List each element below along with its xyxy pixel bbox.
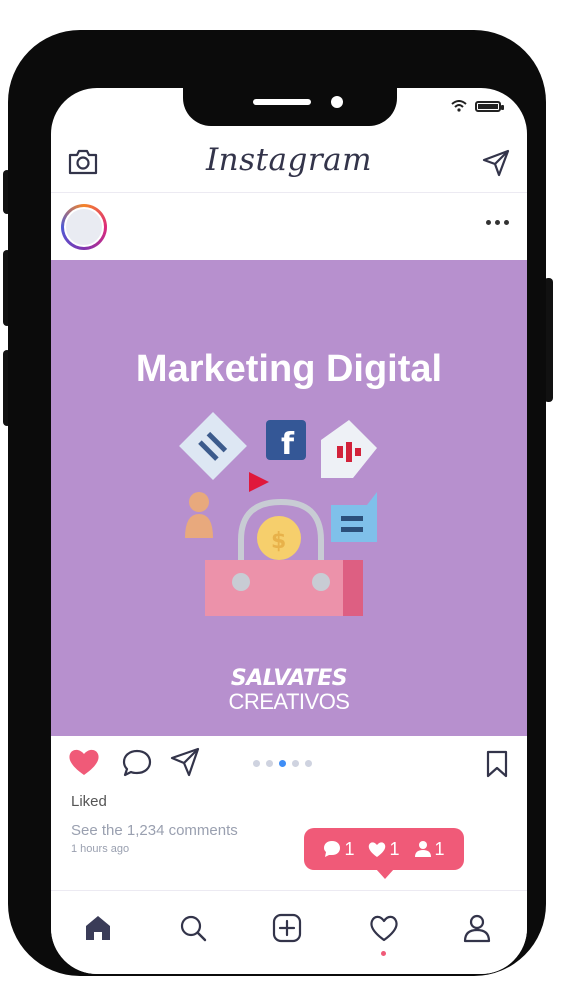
view-comments-link[interactable]: See the 1,234 comments — [71, 822, 238, 839]
phone-frame: Instagram Marketing Digital f $ SALVATES… — [8, 30, 546, 976]
profile-icon[interactable] — [462, 913, 492, 943]
phone-notch — [183, 88, 397, 126]
follower-count: 1 — [434, 838, 445, 859]
post-header — [51, 194, 527, 260]
activity-heart-icon[interactable] — [368, 913, 400, 943]
more-options-icon[interactable] — [486, 220, 509, 225]
carousel-dot[interactable] — [253, 760, 260, 767]
marketing-illustration: f $ — [179, 412, 377, 616]
comment-count-item: 1 — [323, 839, 354, 860]
status-bar — [451, 100, 504, 112]
like-count: 1 — [389, 838, 400, 859]
post-image[interactable]: Marketing Digital f $ SALVATES CREATIVOS — [51, 260, 527, 736]
carousel-dot[interactable] — [266, 760, 273, 767]
brand-watermark-line1: SALVATES — [230, 666, 348, 691]
carousel-indicator — [253, 760, 312, 767]
app-logo-title: Instagram — [205, 142, 373, 178]
send-icon[interactable] — [481, 148, 511, 178]
follower-count-item: 1 — [414, 839, 445, 860]
heart-icon[interactable] — [67, 746, 101, 778]
phone-screen: Instagram Marketing Digital f $ SALVATES… — [51, 88, 527, 974]
battery-icon — [475, 100, 504, 112]
svg-text:f: f — [281, 427, 295, 462]
like-heart-icon — [369, 841, 386, 857]
post-actions — [51, 738, 527, 790]
share-icon[interactable] — [169, 746, 201, 778]
front-camera — [331, 96, 343, 108]
activity-notification-bubble[interactable]: 1 1 1 — [304, 828, 464, 879]
comment-count: 1 — [344, 838, 355, 859]
activity-indicator-dot — [381, 951, 386, 956]
carousel-dot[interactable] — [305, 760, 312, 767]
wifi-icon — [451, 100, 467, 112]
brand-watermark: SALVATES CREATIVOS — [51, 666, 527, 715]
top-bar: Instagram — [51, 136, 527, 193]
add-post-icon[interactable] — [272, 913, 302, 943]
speaker — [253, 99, 311, 105]
carousel-dot[interactable] — [292, 760, 299, 767]
comment-bubble-icon — [324, 841, 341, 857]
search-icon[interactable] — [178, 913, 208, 943]
avatar[interactable] — [61, 204, 107, 250]
like-count-item: 1 — [368, 838, 400, 860]
brand-watermark-line2: CREATIVOS — [228, 689, 350, 714]
liked-label: Liked — [71, 793, 107, 810]
post-image-title: Marketing Digital — [135, 348, 443, 390]
post-timestamp: 1 hours ago — [71, 843, 130, 855]
svg-text:$: $ — [271, 529, 286, 554]
comment-icon[interactable] — [121, 748, 153, 778]
follower-user-icon — [414, 841, 431, 857]
bottom-navigation — [51, 890, 527, 974]
bookmark-icon[interactable] — [485, 750, 509, 778]
home-icon[interactable] — [83, 913, 113, 943]
carousel-dot-active[interactable] — [279, 760, 286, 767]
